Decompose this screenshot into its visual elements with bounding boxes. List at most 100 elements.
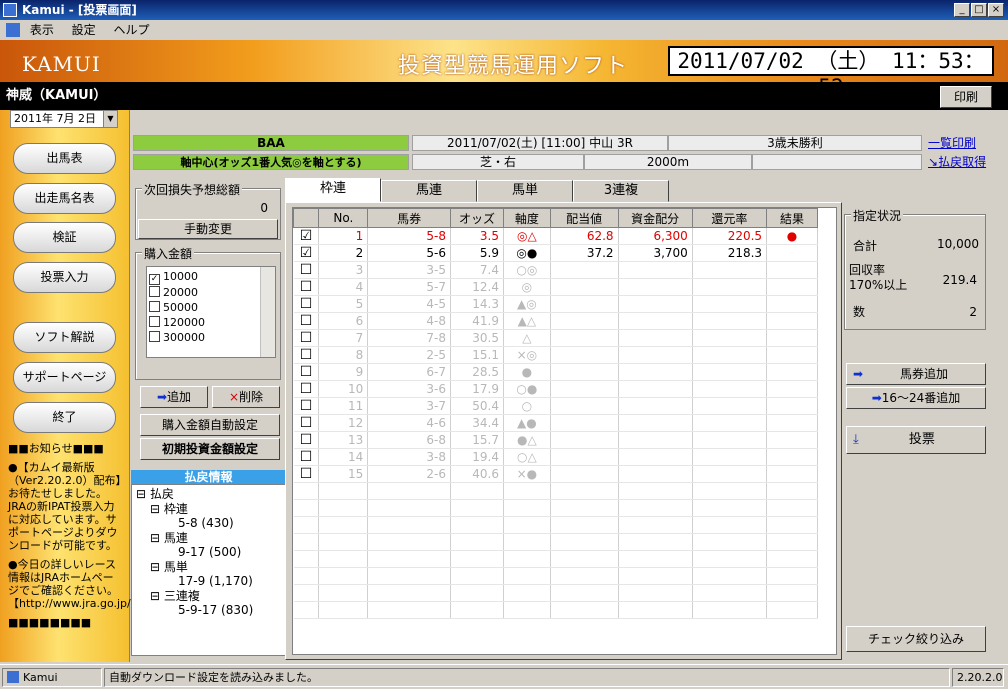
tree-leaf[interactable]: 5-9-17 (830): [136, 603, 285, 618]
tab-sanrenpuku[interactable]: 3連複: [573, 180, 669, 202]
column-header[interactable]: 配当値: [549, 208, 619, 228]
row-checkbox[interactable]: ☐: [293, 363, 320, 381]
entry-table-button[interactable]: 出馬表: [13, 143, 116, 174]
row-checkbox[interactable]: ☐: [293, 295, 320, 313]
close-button[interactable]: ×: [988, 3, 1004, 17]
menu-help[interactable]: ヘルプ: [114, 23, 150, 37]
table-row[interactable]: ☐ 12 4-6 34.4 ▲●: [293, 414, 818, 432]
cell-ret: [692, 397, 768, 415]
checkbox[interactable]: [149, 286, 160, 297]
delete-amount-button[interactable]: ×削除: [212, 386, 280, 408]
list-print-link[interactable]: 一覧印刷: [928, 134, 976, 151]
tree-leaf[interactable]: 9-17 (500): [136, 545, 285, 560]
list-scrollbar[interactable]: [260, 267, 275, 357]
checkbox[interactable]: [149, 301, 160, 312]
table-row[interactable]: ☐ 15 2-6 40.6 ×●: [293, 465, 818, 483]
amount-item[interactable]: ✓ 10000: [149, 269, 275, 285]
auto-amount-button[interactable]: 購入金額自動設定: [140, 414, 280, 436]
menu-view[interactable]: 表示: [30, 23, 54, 37]
table-row[interactable]: ☑ 2 5-6 5.9 ◎● 37.2 3,700 218.3: [293, 244, 818, 262]
row-checkbox[interactable]: ☐: [293, 380, 320, 398]
amount-item[interactable]: 20000: [149, 285, 275, 300]
add-ticket-button[interactable]: ➡ 馬券追加: [846, 363, 986, 385]
tree-node[interactable]: ⊟ 三連複: [136, 589, 285, 604]
tree-node[interactable]: ⊟ 馬連: [136, 531, 285, 546]
software-guide-button[interactable]: ソフト解説: [13, 322, 116, 353]
row-checkbox[interactable]: ☐: [293, 465, 320, 483]
amount-item[interactable]: 300000: [149, 330, 275, 345]
column-header[interactable]: オッズ: [449, 208, 505, 228]
amount-item[interactable]: 120000: [149, 315, 275, 330]
tree-root[interactable]: ⊟ 払戻: [136, 487, 285, 502]
tab-umaren[interactable]: 馬連: [381, 180, 477, 202]
chevron-down-icon[interactable]: ▼: [103, 111, 117, 127]
table-row[interactable]: ☐ 5 4-5 14.3 ▲◎: [293, 295, 818, 313]
tree-node[interactable]: ⊟ 枠連: [136, 502, 285, 517]
column-header[interactable]: 還元率: [691, 208, 768, 228]
row-checkbox[interactable]: ☐: [293, 312, 320, 330]
column-header[interactable]: 結果: [766, 208, 818, 228]
cell-payout: [550, 397, 619, 415]
tree-node[interactable]: ⊟ 馬単: [136, 560, 285, 575]
row-checkbox[interactable]: ☑: [293, 244, 320, 262]
checkbox[interactable]: [149, 316, 160, 327]
table-row[interactable]: ☐ 6 4-8 41.9 ▲△: [293, 312, 818, 330]
row-checkbox[interactable]: ☐: [293, 414, 320, 432]
manual-change-button[interactable]: 手動変更: [138, 219, 278, 239]
cell-odds: 28.5: [450, 363, 505, 381]
table-row[interactable]: ☐ 8 2-5 15.1 ×◎: [293, 346, 818, 364]
column-header[interactable]: No.: [318, 208, 369, 228]
vote-button[interactable]: ⤓ 投票: [846, 426, 986, 454]
row-checkbox[interactable]: ☐: [293, 261, 320, 279]
row-checkbox[interactable]: ☐: [293, 397, 320, 415]
table-row[interactable]: ☐ 10 3-6 17.9 ○●: [293, 380, 818, 398]
table-row[interactable]: ☐ 14 3-8 19.4 ○△: [293, 448, 818, 466]
table-row[interactable]: ☐ 11 3-7 50.4 ○: [293, 397, 818, 415]
column-header[interactable]: 馬券: [367, 208, 451, 228]
add-amount-button[interactable]: ➡追加: [140, 386, 208, 408]
empty-cell: [618, 567, 693, 585]
row-checkbox[interactable]: ☐: [293, 431, 320, 449]
vote-input-button[interactable]: 投票入力: [13, 262, 116, 293]
add-16-24-button[interactable]: ➡16～24番追加: [846, 387, 986, 409]
table-row[interactable]: ☐ 4 5-7 12.4 ◎: [293, 278, 818, 296]
table-row[interactable]: ☐ 13 6-8 15.7 ●△: [293, 431, 818, 449]
tree-leaf[interactable]: 17-9 (1,170): [136, 574, 285, 589]
print-button[interactable]: 印刷: [940, 86, 992, 108]
verify-button[interactable]: 検証: [13, 222, 116, 253]
initial-invest-button[interactable]: 初期投資金額設定: [140, 438, 280, 460]
check-filter-button[interactable]: チェック絞り込み: [846, 626, 986, 652]
maximize-button[interactable]: □: [971, 3, 987, 17]
tab-wakuren[interactable]: 枠連: [285, 178, 381, 202]
row-checkbox[interactable]: ☐: [293, 448, 320, 466]
table-row[interactable]: ☐ 7 7-8 30.5 △: [293, 329, 818, 347]
row-checkbox[interactable]: ☐: [293, 346, 320, 364]
row-checkbox[interactable]: ☑: [293, 227, 320, 245]
payout-fetch-link[interactable]: ↘払戻取得: [928, 153, 986, 170]
taskbar-item[interactable]: Kamui: [2, 668, 102, 687]
row-checkbox[interactable]: ☐: [293, 278, 320, 296]
menu-settings[interactable]: 設定: [72, 23, 96, 37]
checkbox[interactable]: [149, 331, 160, 342]
table-row[interactable]: ☐ 9 6-7 28.5 ●: [293, 363, 818, 381]
amount-list[interactable]: ✓ 10000 20000 50000 120000 300000: [146, 266, 276, 358]
amount-item[interactable]: 50000: [149, 300, 275, 315]
runner-names-button[interactable]: 出走馬名表: [13, 183, 116, 214]
checkbox[interactable]: ✓: [149, 274, 160, 285]
exit-button[interactable]: 終了: [13, 402, 116, 433]
empty-cell: [692, 601, 768, 619]
table-row[interactable]: ☐ 3 3-5 7.4 ○◎: [293, 261, 818, 279]
minimize-button[interactable]: _: [954, 3, 970, 17]
column-header[interactable]: 軸度: [503, 208, 551, 228]
support-page-button[interactable]: サポートページ: [13, 362, 116, 393]
add-label: 追加: [167, 390, 192, 404]
payout-tree[interactable]: ⊟ 払戻 ⊟ 枠連 5-8 (430) ⊟ 馬連 9-17 (500) ⊟ 馬単…: [131, 484, 286, 656]
tree-leaf[interactable]: 5-8 (430): [136, 516, 285, 531]
tab-umatan[interactable]: 馬単: [477, 180, 573, 202]
date-picker[interactable]: 2011年 7月 2日 ▼: [10, 110, 118, 128]
column-header[interactable]: 資金配分: [617, 208, 693, 228]
column-header[interactable]: [292, 208, 320, 228]
table-row[interactable]: ☑ 1 5-8 3.5 ◎△ 62.8 6,300 220.5 ●: [293, 227, 818, 245]
row-checkbox[interactable]: ☐: [293, 329, 320, 347]
news-title: ■■お知らせ■■■: [8, 442, 104, 455]
